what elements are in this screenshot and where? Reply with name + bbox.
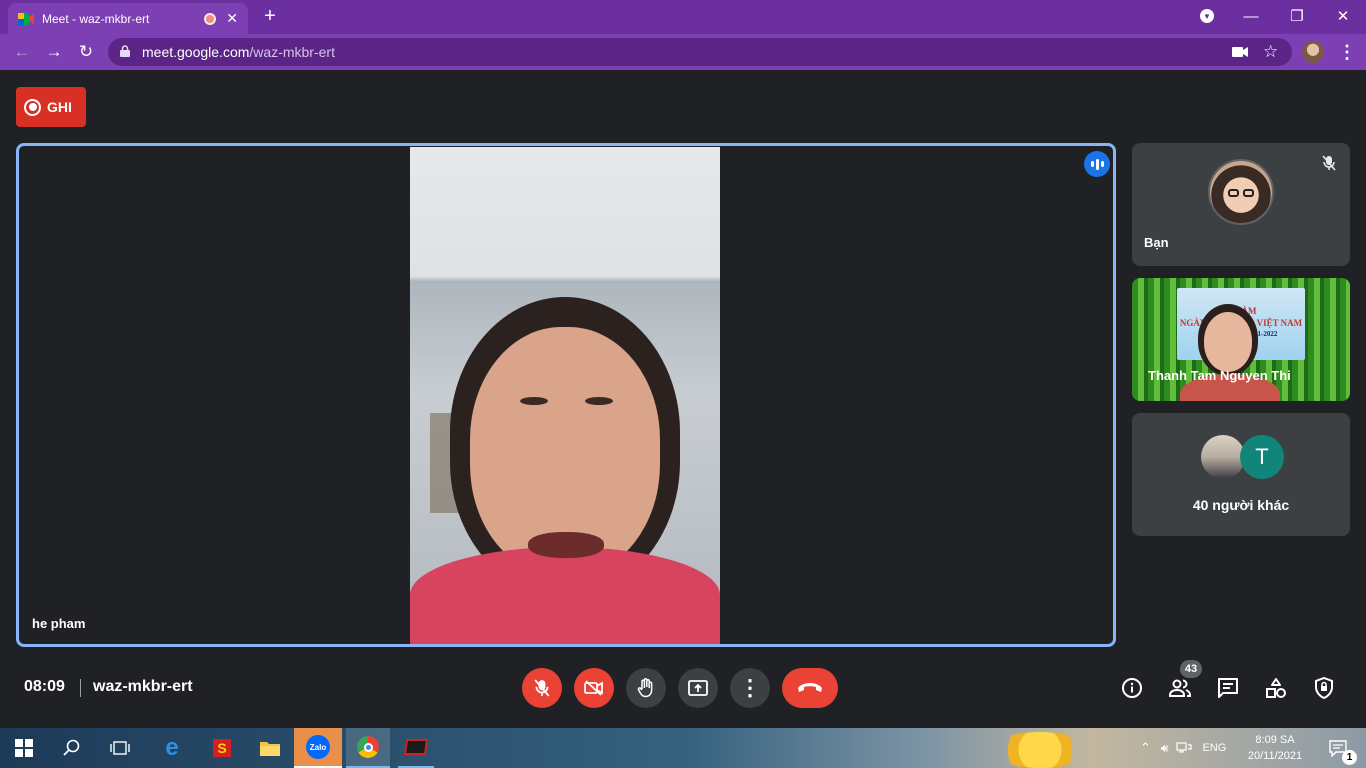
activities-icon[interactable] <box>1264 676 1288 700</box>
self-avatar <box>1208 159 1274 225</box>
restore-button[interactable]: ❐ <box>1274 0 1320 32</box>
participant-tile-self[interactable]: Bạn <box>1132 143 1350 266</box>
minimize-button[interactable]: — <box>1228 0 1274 32</box>
taskbar-time: 8:09 SA <box>1255 734 1295 746</box>
mic-off-icon <box>534 679 550 697</box>
browser-tab[interactable]: Meet - waz-mkbr-ert ✕ <box>8 3 248 34</box>
participant-count-badge: 43 <box>1180 660 1202 678</box>
wallpaper-flower <box>990 732 1090 768</box>
zalo-label: Zalo <box>306 735 330 759</box>
main-participant-name: he pham <box>32 616 86 631</box>
host-controls-icon[interactable] <box>1312 676 1336 700</box>
bookmark-star-icon[interactable]: ☆ <box>1263 42 1278 62</box>
chrome-taskbar-icon[interactable] <box>346 728 390 768</box>
mic-toggle-button[interactable] <box>522 668 562 708</box>
back-button[interactable]: ← <box>8 38 36 66</box>
people-icon[interactable] <box>1168 676 1192 700</box>
task-view-icon[interactable] <box>104 728 136 768</box>
file-explorer-icon[interactable] <box>254 728 286 768</box>
record-label: GHI <box>47 99 72 115</box>
divider <box>80 679 81 697</box>
profile-avatar[interactable] <box>1302 41 1324 63</box>
recording-badge[interactable]: GHI <box>16 87 86 127</box>
meeting-details-icon[interactable] <box>1120 676 1144 700</box>
taskbar-clock[interactable]: 8:09 SA 20/11/2021 <box>1242 732 1308 764</box>
network-icon[interactable] <box>1176 741 1193 756</box>
reload-button[interactable]: ↻ <box>72 38 100 66</box>
record-icon <box>24 98 41 116</box>
camera-in-use-icon[interactable] <box>1232 44 1248 60</box>
raise-hand-button[interactable] <box>626 668 666 708</box>
media-app-icon[interactable] <box>398 728 434 768</box>
meet-favicon-icon <box>18 11 34 27</box>
notification-count-badge: 1 <box>1342 750 1357 765</box>
letter-avatar: T <box>1240 435 1284 479</box>
url-path: /waz-mkbr-ert <box>249 44 335 60</box>
present-screen-button[interactable] <box>678 668 718 708</box>
new-tab-button[interactable]: + <box>258 4 282 28</box>
speaking-indicator-icon <box>1084 151 1110 177</box>
recording-indicator-icon <box>204 12 217 25</box>
tab-title: Meet - waz-mkbr-ert <box>42 11 150 26</box>
chrome-menu-icon[interactable]: ⋮ <box>1338 41 1356 63</box>
input-language[interactable]: ENG <box>1202 742 1226 754</box>
forward-button[interactable]: → <box>40 38 68 66</box>
leave-call-button[interactable] <box>782 668 838 708</box>
zalo-taskbar-icon[interactable]: Zalo <box>294 728 342 768</box>
system-tray: ⌃ 🔊︎ ENG <box>1140 728 1226 768</box>
mic-off-icon <box>1318 152 1340 174</box>
more-options-button[interactable]: ⋮ <box>730 668 770 708</box>
volume-icon[interactable]: 🔊︎ <box>1161 741 1169 756</box>
main-participant-tile[interactable]: he pham <box>16 143 1116 647</box>
tab-search-icon[interactable]: ▼ <box>1184 0 1230 32</box>
camera-off-icon <box>584 680 603 696</box>
chat-icon[interactable] <box>1216 676 1240 700</box>
hang-up-icon <box>798 683 822 692</box>
windows-start-icon[interactable] <box>8 728 40 768</box>
tab-close-icon[interactable]: ✕ <box>226 10 238 27</box>
lock-icon <box>120 44 130 60</box>
camera-toggle-button[interactable] <box>574 668 614 708</box>
url-host: meet.google.com <box>142 44 250 60</box>
participant-tile-others[interactable]: T 40 người khác <box>1132 413 1350 536</box>
self-name: Bạn <box>1144 235 1169 250</box>
search-icon[interactable] <box>56 728 88 768</box>
meeting-code: waz-mkbr-ert <box>93 678 193 695</box>
participant-video <box>410 147 720 644</box>
tray-chevron-icon[interactable]: ⌃ <box>1140 740 1151 756</box>
other-participant-avatar <box>1201 435 1245 479</box>
notification-center-icon[interactable]: 1 <box>1318 728 1358 768</box>
hand-icon <box>637 678 653 698</box>
others-count-label: 40 người khác <box>1192 497 1290 513</box>
participant-tile-thanh-tam[interactable]: ĐÀM NGÀY NHÀ GIÁO VIỆT NAM 2021-2022 Tha… <box>1132 278 1350 401</box>
taskbar-date: 20/11/2021 <box>1247 750 1303 762</box>
address-bar[interactable]: meet.google.com/waz-mkbr-ert <box>108 38 1292 66</box>
edge-browser-icon[interactable]: e <box>156 728 188 768</box>
close-window-button[interactable]: ✕ <box>1320 0 1366 32</box>
present-icon <box>688 680 708 696</box>
participant-name-thanh-tam: Thanh Tam Nguyen Thi <box>1148 368 1291 383</box>
meeting-clock: 08:09 <box>24 678 65 695</box>
app-s-icon[interactable]: S <box>206 728 238 768</box>
